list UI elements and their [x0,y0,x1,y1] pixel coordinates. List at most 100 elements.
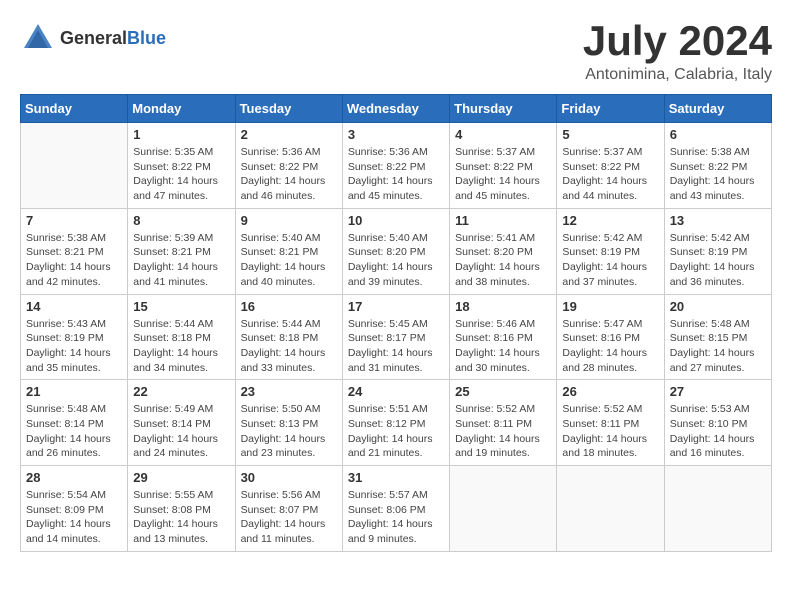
sunrise-text: Sunrise: 5:48 AM [26,402,122,417]
sunset-text: Sunset: 8:06 PM [348,503,444,518]
sunrise-text: Sunrise: 5:53 AM [670,402,766,417]
day-number: 18 [455,299,551,314]
sunset-text: Sunset: 8:10 PM [670,417,766,432]
day-number: 25 [455,384,551,399]
sunset-text: Sunset: 8:07 PM [241,503,337,518]
calendar-cell: 28 Sunrise: 5:54 AMSunset: 8:09 PMDayligh… [21,466,128,552]
calendar-cell: 8Sunrise: 5:39 AMSunset: 8:21 PMDaylight… [128,208,235,294]
day-info: Sunrise: 5:46 AMSunset: 8:16 PMDaylight:… [455,317,551,376]
page-header: GeneralBlue July 2024 Antonimina, Calabr… [20,20,772,84]
day-number: 22 [133,384,229,399]
daylight-line1: Daylight: 14 hours and 42 minutes. [26,260,122,289]
day-number: 3 [348,127,444,142]
day-number: 6 [670,127,766,142]
sunset-text: Sunset: 8:21 PM [26,245,122,260]
sunset-text: Sunset: 8:08 PM [133,503,229,518]
sunset-text: Sunset: 8:21 PM [241,245,337,260]
day-info: Sunrise: 5:36 AMSunset: 8:22 PMDaylight:… [241,145,337,204]
week-row-5: 28 Sunrise: 5:54 AMSunset: 8:09 PMDayligh… [21,466,772,552]
logo-text: GeneralBlue [60,28,166,49]
logo-blue: Blue [127,28,166,48]
sunset-text: Sunset: 8:22 PM [133,160,229,175]
sunset-text: Sunset: 8:20 PM [455,245,551,260]
day-info: Sunrise: 5:40 AMSunset: 8:20 PMDaylight:… [348,231,444,290]
sunrise-text: Sunrise: 5:52 AM [455,402,551,417]
daylight-line1: Daylight: 14 hours and 39 minutes. [348,260,444,289]
calendar-cell: 23Sunrise: 5:50 AMSunset: 8:13 PMDayligh… [235,380,342,466]
location-title: Antonimina, Calabria, Italy [583,66,772,84]
sunset-text: Sunset: 8:12 PM [348,417,444,432]
daylight-line1: Daylight: 14 hours and 21 minutes. [348,432,444,461]
sunrise-text: Sunrise: 5:42 AM [670,231,766,246]
day-info: Sunrise: 5:37 AMSunset: 8:22 PMDaylight:… [455,145,551,204]
day-info: Sunrise: 5:40 AMSunset: 8:21 PMDaylight:… [241,231,337,290]
sunset-text: Sunset: 8:22 PM [670,160,766,175]
calendar-cell: 26Sunrise: 5:52 AMSunset: 8:11 PMDayligh… [557,380,664,466]
sunrise-text: Sunrise: 5:56 AM [241,488,337,503]
daylight-line1: Daylight: 14 hours and 43 minutes. [670,174,766,203]
sunset-text: Sunset: 8:19 PM [562,245,658,260]
sunrise-text: Sunrise: 5:48 AM [670,317,766,332]
calendar-cell: 17Sunrise: 5:45 AMSunset: 8:17 PMDayligh… [342,294,449,380]
day-info: Sunrise: 5:38 AMSunset: 8:21 PMDaylight:… [26,231,122,290]
day-info: Sunrise: 5:52 AMSunset: 8:11 PMDaylight:… [455,402,551,461]
week-row-1: 1Sunrise: 5:35 AMSunset: 8:22 PMDaylight… [21,123,772,209]
day-info: Sunrise: 5:51 AMSunset: 8:12 PMDaylight:… [348,402,444,461]
daylight-line1: Daylight: 14 hours and 26 minutes. [26,432,122,461]
calendar-cell: 1Sunrise: 5:35 AMSunset: 8:22 PMDaylight… [128,123,235,209]
day-number: 12 [562,213,658,228]
calendar-cell: 27Sunrise: 5:53 AMSunset: 8:10 PMDayligh… [664,380,771,466]
day-number: 24 [348,384,444,399]
day-number: 11 [455,213,551,228]
calendar-cell: 2Sunrise: 5:36 AMSunset: 8:22 PMDaylight… [235,123,342,209]
daylight-line1: Daylight: 14 hours and 35 minutes. [26,346,122,375]
daylight-line1: Daylight: 14 hours and 14 minutes. [26,517,122,546]
day-number: 31 [348,470,444,485]
sunrise-text: Sunrise: 5:54 AM [26,488,122,503]
weekday-header-wednesday: Wednesday [342,95,449,123]
sunrise-text: Sunrise: 5:57 AM [348,488,444,503]
sunrise-text: Sunrise: 5:45 AM [348,317,444,332]
sunrise-text: Sunrise: 5:51 AM [348,402,444,417]
calendar-cell: 5Sunrise: 5:37 AMSunset: 8:22 PMDaylight… [557,123,664,209]
day-number: 16 [241,299,337,314]
day-number: 13 [670,213,766,228]
day-number: 20 [670,299,766,314]
day-number: 23 [241,384,337,399]
sunrise-text: Sunrise: 5:35 AM [133,145,229,160]
calendar-cell: 21Sunrise: 5:48 AMSunset: 8:14 PMDayligh… [21,380,128,466]
day-info: Sunrise: 5:53 AMSunset: 8:10 PMDaylight:… [670,402,766,461]
daylight-line1: Daylight: 14 hours and 47 minutes. [133,174,229,203]
week-row-4: 21 Sunrise: 5:48 AM Sunset: 8:14 PM Dayligh… [21,380,772,466]
weekday-header-sunday: Sunday [21,95,128,123]
sunset-text: Sunset: 8:09 PM [26,503,122,518]
daylight-line1: Daylight: 14 hours and 27 minutes. [670,346,766,375]
calendar-cell: 14Sunrise: 5:43 AMSunset: 8:19 PMDayligh… [21,294,128,380]
daylight-line1: Daylight: 14 hours and 33 minutes. [241,346,337,375]
day-info: Sunrise: 5:36 AMSunset: 8:22 PMDaylight:… [348,145,444,204]
sunrise-text: Sunrise: 5:42 AM [562,231,658,246]
sunrise-text: Sunrise: 5:40 AM [241,231,337,246]
day-number: 21 [26,384,122,399]
daylight-line1: Daylight: 14 hours and 40 minutes. [241,260,337,289]
sunset-text: Sunset: 8:14 PM [133,417,229,432]
calendar-cell: 6Sunrise: 5:38 AMSunset: 8:22 PMDaylight… [664,123,771,209]
day-number: 26 [562,384,658,399]
daylight-line1: Daylight: 14 hours and 18 minutes. [562,432,658,461]
day-number: 14 [26,299,122,314]
sunrise-text: Sunrise: 5:55 AM [133,488,229,503]
calendar-cell: 18 Sunrise: 5:46 AMSunset: 8:16 PMDayligh… [450,294,557,380]
day-number: 28 [26,470,122,485]
sunset-text: Sunset: 8:22 PM [455,160,551,175]
title-area: July 2024 Antonimina, Calabria, Italy [583,20,772,84]
day-info: Sunrise: 5:47 AMSunset: 8:16 PMDaylight:… [562,317,658,376]
sunrise-text: Sunrise: 5:50 AM [241,402,337,417]
daylight-line1: Daylight: 14 hours and 45 minutes. [455,174,551,203]
daylight-line1: Daylight: 14 hours and 44 minutes. [562,174,658,203]
sunrise-text: Sunrise: 5:47 AM [562,317,658,332]
calendar-cell: 22Sunrise: 5:49 AMSunset: 8:14 PMDayligh… [128,380,235,466]
calendar-cell: 10Sunrise: 5:40 AMSunset: 8:20 PMDayligh… [342,208,449,294]
sunrise-text: Sunrise: 5:52 AM [562,402,658,417]
sunset-text: Sunset: 8:22 PM [562,160,658,175]
logo-icon [20,20,56,56]
